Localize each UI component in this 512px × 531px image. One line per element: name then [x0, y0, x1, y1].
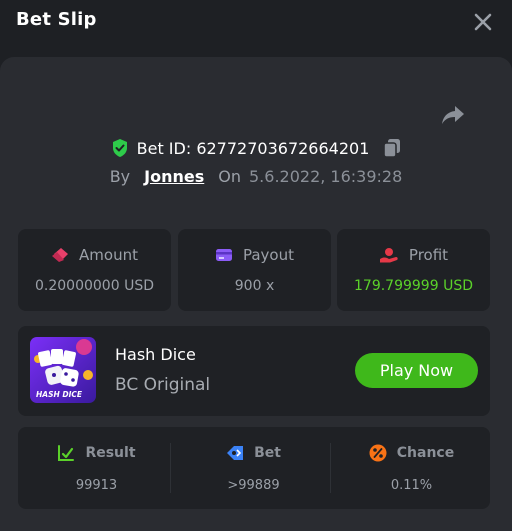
profit-label: Profit [408, 246, 449, 264]
share-icon[interactable] [440, 103, 466, 127]
hand-coin-icon [379, 248, 398, 263]
amount-value: 0.20000000 USD [35, 278, 154, 294]
chart-check-icon [58, 445, 75, 461]
result-column: Result 99913 [18, 427, 175, 509]
payout-label: Payout [242, 246, 294, 264]
chance-label: Chance [396, 445, 455, 461]
bet-slip-header: Bet Slip [0, 0, 512, 44]
ticket-icon [52, 248, 69, 262]
result-card: Result 99913 Bet >99889 Chance 0.11% [18, 427, 490, 509]
bet-datetime: 5.6.2022, 16:39:28 [249, 166, 403, 186]
page-title: Bet Slip [16, 9, 97, 30]
game-name[interactable]: Hash Dice [115, 345, 196, 364]
hash-dice-thumbnail-image: HASH DICE [30, 337, 96, 403]
profit-value: 179.799999 USD [354, 278, 473, 294]
tag-icon [227, 446, 244, 460]
result-label: Result [85, 445, 136, 461]
bet-label: Bet [254, 445, 281, 461]
user-link[interactable]: Jonnes [144, 167, 204, 186]
bet-value: >99889 [227, 478, 280, 493]
amount-card: Amount 0.20000000 USD [18, 229, 171, 311]
divider [330, 443, 331, 493]
bet-column: Bet >99889 [175, 427, 332, 509]
game-thumbnail[interactable]: HASH DICE [30, 337, 96, 403]
on-label: On [218, 166, 241, 186]
payout-card: Payout 900 x [178, 229, 331, 311]
divider [170, 443, 171, 493]
result-value: 99913 [75, 478, 118, 493]
thumb-text: HASH DICE [36, 390, 83, 399]
game-card: HASH DICE Hash Dice BC Original Play Now [18, 326, 490, 416]
card-icon [215, 249, 232, 261]
profit-card: Profit 179.799999 USD [337, 229, 490, 311]
by-label: By [109, 166, 131, 186]
play-now-button[interactable]: Play Now [355, 353, 478, 388]
percent-icon [369, 444, 387, 462]
game-provider: BC Original [115, 375, 211, 395]
chance-column: Chance 0.11% [333, 427, 490, 509]
shield-check-icon [112, 139, 127, 157]
copy-icon[interactable] [383, 138, 401, 158]
payout-value: 900 x [234, 278, 275, 294]
chance-value: 0.11% [390, 478, 433, 493]
bet-meta-row: By Jonnes On 5.6.2022, 16:39:28 [0, 164, 512, 188]
bet-id-row: Bet ID: 62772703672664201 [0, 136, 512, 160]
amount-label: Amount [79, 246, 138, 264]
bet-id: Bet ID: 62772703672664201 [136, 138, 370, 158]
close-icon[interactable] [472, 11, 494, 33]
